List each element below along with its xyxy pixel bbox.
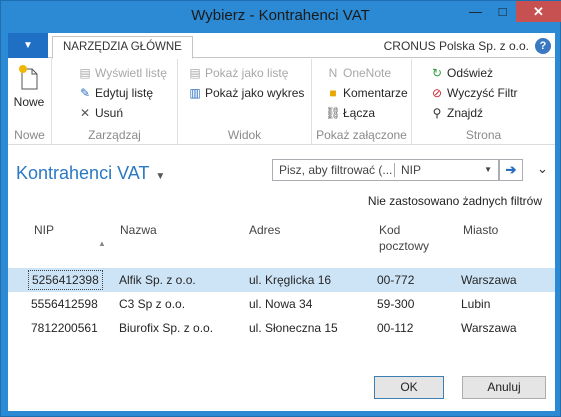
ribbon: Nowe Nowe ▤ Wyświetl listę ✎ Edytuj list… (8, 59, 555, 145)
clear-filter-button[interactable]: ⊘ Wyczyść Filtr (430, 84, 518, 102)
cell-name: Biurofix Sp. z o.o. (119, 321, 214, 335)
find-label: Znajdź (447, 106, 484, 120)
delete-button[interactable]: ✕ Usuń (78, 104, 123, 122)
show-as-chart-label: Pokaż jako wykres (205, 86, 305, 100)
list-icon: ▤ (189, 66, 201, 80)
onenote-label: OneNote (343, 66, 392, 80)
edit-list-button[interactable]: ✎ Edytuj listę (78, 84, 153, 102)
filter-separator (394, 163, 395, 177)
tab-home[interactable]: NARZĘDZIA GŁÓWNE (52, 36, 193, 59)
new-document-icon (19, 65, 38, 90)
links-button[interactable]: ⛓ Łącza (325, 104, 376, 122)
dialog-window: Wybierz - Kontrahenci VAT — □ ✕ ▼ NARZĘD… (0, 0, 561, 417)
binoculars-icon: ⚲ (432, 106, 442, 120)
view-list-button[interactable]: ▤ Wyświetl listę (78, 64, 167, 82)
table-row[interactable]: 5556412598 C3 Sp z o.o. ul. Nowa 34 59-3… (8, 292, 555, 316)
help-icon[interactable]: ? (535, 38, 551, 54)
minimize-button[interactable]: — (462, 1, 489, 22)
close-button[interactable]: ✕ (516, 1, 561, 22)
ribbon-group-manage: ▤ Wyświetl listę ✎ Edytuj listę ✕ Usuń Z… (52, 59, 178, 145)
link-icon: ⛓ (325, 106, 341, 120)
maximize-button[interactable]: □ (489, 1, 516, 22)
notes-label: Komentarze (343, 86, 408, 100)
filter-input[interactable]: Pisz, aby filtrować (... NIP ▼ (272, 159, 499, 181)
company-name: CRONUS Polska Sp. z o.o. (383, 39, 529, 53)
clear-filter-icon: ⊘ (431, 86, 443, 100)
cell-postal-code: 59-300 (377, 297, 415, 311)
links-label: Łącza (343, 106, 376, 120)
show-as-list-label: Pokaż jako listę (205, 66, 289, 80)
table-row[interactable]: 7812200561 Biurofix Sp. z o.o. ul. Słone… (8, 316, 555, 340)
show-as-list-button[interactable]: ▤ Pokaż jako listę (188, 64, 288, 82)
notes-button[interactable]: ■ Komentarze (326, 84, 408, 102)
arrow-right-icon: ➔ (505, 162, 517, 177)
ribbon-group-attached: N OneNote ■ Komentarze ⛓ Łącza Pokaż zał… (312, 59, 412, 145)
onenote-icon: N (328, 66, 338, 80)
dialog-content: ▼ NARZĘDZIA GŁÓWNE CRONUS Polska Sp. z o… (8, 33, 555, 411)
cell-address: ul. Nowa 34 (249, 297, 313, 311)
cell-address: ul. Kręglicka 16 (249, 273, 332, 287)
filter-status: Nie zastosowano żadnych filtrów (367, 194, 542, 208)
refresh-button[interactable]: ↻ Odśwież (430, 64, 493, 82)
ribbon-group-page: ↻ Odśwież ⊘ Wyczyść Filtr ⚲ Znajdź Stron… (412, 59, 555, 145)
new-button[interactable]: Nowe (12, 63, 46, 109)
page-title[interactable]: Kontrahenci VAT ▼ (16, 163, 165, 184)
note-icon: ■ (329, 86, 337, 100)
ok-button[interactable]: OK (374, 376, 444, 399)
group-label-new: Nowe (14, 128, 45, 142)
cell-name: Alfik Sp. z o.o. (119, 273, 196, 287)
column-header-postal-code[interactable]: Kod pocztowy (379, 222, 439, 254)
cell-city: Warszawa (461, 321, 517, 335)
column-header-address[interactable]: Adres (249, 223, 280, 237)
cell-nip: 5256412398 (28, 270, 103, 290)
apply-filter-button[interactable]: ➔ (499, 159, 523, 181)
onenote-button[interactable]: N OneNote (326, 64, 391, 82)
cell-city: Lubin (461, 297, 491, 311)
ribbon-tab-bar: ▼ NARZĘDZIA GŁÓWNE CRONUS Polska Sp. z o… (8, 33, 555, 59)
filter-field-select[interactable]: NIP (401, 163, 421, 177)
group-label-manage: Zarządzaj (88, 128, 141, 142)
sort-ascending-icon: ▲ (98, 239, 106, 248)
filter-placeholder: Pisz, aby filtrować (... (279, 163, 393, 177)
edit-list-icon: ✎ (79, 86, 91, 100)
ribbon-group-new: Nowe Nowe (8, 59, 52, 145)
cell-nip: 7812200561 (31, 321, 98, 335)
edit-list-label: Edytuj listę (95, 86, 154, 100)
delete-icon: ✕ (79, 106, 91, 120)
column-header-name[interactable]: Nazwa (120, 223, 157, 237)
app-menu-button[interactable]: ▼ (8, 33, 48, 58)
group-label-view: Widok (227, 128, 262, 142)
refresh-icon: ↻ (431, 66, 443, 80)
delete-label: Usuń (95, 106, 124, 120)
column-header-city[interactable]: Miasto (463, 223, 498, 237)
find-button[interactable]: ⚲ Znajdź (430, 104, 483, 122)
cell-city: Warszawa (461, 273, 517, 287)
ribbon-group-view: ▤ Pokaż jako listę ▥ Pokaż jako wykres W… (178, 59, 312, 145)
cell-postal-code: 00-772 (377, 273, 415, 287)
cell-name: C3 Sp z o.o. (119, 297, 186, 311)
chevron-down-icon: ▼ (155, 171, 166, 182)
group-label-page: Strona (465, 128, 502, 142)
collapse-filter-icon[interactable]: ⌄ (537, 161, 548, 177)
filter-field-dropdown-icon[interactable]: ▼ (484, 165, 492, 174)
view-list-label: Wyświetl listę (95, 66, 167, 80)
page-title-text: Kontrahenci VAT (16, 163, 150, 183)
column-header-nip[interactable]: NIP (34, 223, 54, 237)
cell-nip: 5556412598 (31, 297, 98, 311)
table-row[interactable]: 5256412398 Alfik Sp. z o.o. ul. Kręglick… (8, 268, 555, 292)
title-bar[interactable]: Wybierz - Kontrahenci VAT — □ ✕ (1, 1, 561, 33)
view-list-icon: ▤ (79, 66, 91, 80)
clear-filter-label: Wyczyść Filtr (447, 86, 518, 100)
cell-postal-code: 00-112 (377, 321, 414, 335)
show-as-chart-button[interactable]: ▥ Pokaż jako wykres (188, 84, 304, 102)
cell-address: ul. Słoneczna 15 (249, 321, 338, 335)
cancel-button[interactable]: Anuluj (462, 376, 546, 399)
new-button-label: Nowe (13, 95, 45, 109)
chart-icon: ▥ (189, 86, 201, 100)
refresh-label: Odśwież (447, 66, 494, 80)
group-label-attached: Pokaż załączone (316, 128, 407, 142)
